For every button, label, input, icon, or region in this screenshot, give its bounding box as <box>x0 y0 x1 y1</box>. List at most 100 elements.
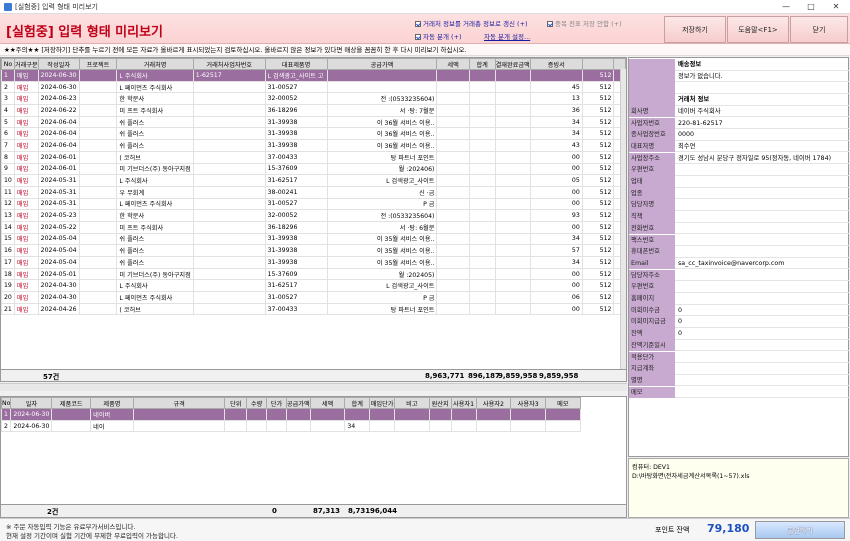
voucher-cell: 이 36월 서비스 이용.. <box>326 127 438 141</box>
option-auto-journal[interactable]: 자동 분개 (+) <box>415 31 462 41</box>
column-header[interactable]: 메모 <box>545 397 581 409</box>
column-header[interactable]: 세액 <box>309 397 346 409</box>
column-header[interactable]: No <box>1 397 12 409</box>
column-header[interactable] <box>613 58 626 70</box>
vertical-scrollbar[interactable] <box>620 69 626 369</box>
vendor-info-value: 0 <box>678 330 683 338</box>
column-header[interactable]: 제품코드 <box>51 397 92 409</box>
voucher-cell: 2024-06-30 <box>37 69 80 82</box>
close-button[interactable]: 닫기 <box>790 16 848 43</box>
voucher-row[interactable]: 18 매입 2024-05-01 미 기브더스(주) 동아구지점 15-37609 월 :… <box>1 267 626 281</box>
column-header[interactable]: 단가 <box>266 397 287 409</box>
voucher-row[interactable]: 6 매입 2024-06-04 쉬 플러스 31-39938 이 36월 서비스 이용..… <box>1 127 626 141</box>
option-update-vendor[interactable]: 거래처 정보를 거래총 정보로 갱신 (+) <box>415 18 528 28</box>
voucher-cell <box>436 80 470 94</box>
voucher-row[interactable]: 13 매입 2024-05-23 한 학문사 32-00052 전 :(053323560… <box>1 209 626 222</box>
voucher-row[interactable]: 21 매입 2024-04-26 ( 코허브 37-00433 탕 파트너 포인트 00 51… <box>1 302 626 316</box>
column-header[interactable]: 작성일자 <box>37 58 80 70</box>
voucher-row[interactable]: 12 매입 2024-05-31 L 페이먼츠 주식회사 31-00527 P 금 00 51… <box>1 197 626 211</box>
column-header[interactable]: 공급가액 <box>285 397 311 409</box>
voucher-cell <box>192 267 266 281</box>
voucher-grid[interactable]: No 거래구분 작성일자 프로젝트 거래처명 거래처사업자번호 대표제품명 공급가액 세액 합계 결… <box>0 57 627 382</box>
close-window-button[interactable]: ✕ <box>824 0 848 14</box>
voucher-cell: ( 코허브 <box>116 150 194 164</box>
column-header[interactable]: 수량 <box>246 397 268 409</box>
vendor-info-row: 잔액 0 <box>629 328 850 340</box>
column-header[interactable]: 규격 <box>132 397 226 409</box>
voucher-cell <box>192 139 266 152</box>
column-header[interactable]: 거래처사업자번호 <box>192 58 266 70</box>
auto-journal-settings-link[interactable]: 자동 분개 설정... <box>484 31 530 41</box>
voucher-row[interactable]: 19 매입 2024-04-30 L 주식회사 31-62517 L 검색광고_사이트 00… <box>1 279 626 293</box>
voucher-cell: 12 <box>1 197 15 211</box>
column-header[interactable]: 프로젝트 <box>78 58 118 70</box>
voucher-row[interactable]: 10 매입 2024-05-31 L 주식회사 31-62517 L 검색광고_사이트 05… <box>1 174 626 187</box>
column-header[interactable]: 증빙서 <box>529 58 583 70</box>
voucher-cell: 00 <box>529 162 583 176</box>
line-item-row[interactable]: 2 2024-06-30 네이 34 <box>1 419 626 433</box>
horizontal-scrollbar[interactable] <box>0 383 627 391</box>
column-header[interactable]: 원산지 <box>428 397 452 409</box>
column-header[interactable]: 합계 <box>344 397 371 409</box>
option-no-duplicate[interactable]: 중복 전표 저장 안함 (+) <box>547 18 622 28</box>
column-header[interactable]: No <box>1 58 15 70</box>
vendor-info-key: 직책 <box>629 211 675 223</box>
footer-bar: ※ 주문 자동입력 기능은 유료부가서비스입니다. 현재 설정 기간이며 실험 … <box>0 518 850 541</box>
column-header[interactable]: 합계 <box>468 58 496 70</box>
line-item-cell <box>428 419 452 433</box>
help-button[interactable]: 도움말<F1> <box>727 16 789 43</box>
checkbox-icon[interactable] <box>547 21 553 27</box>
voucher-cell <box>468 174 496 187</box>
column-header[interactable]: 비고 <box>394 397 430 409</box>
voucher-row[interactable]: 4 매입 2024-06-22 미 프트 주식회사 36-18296 서 ·탕: 7월분 3… <box>1 104 626 117</box>
column-header[interactable]: 제품명 <box>90 397 134 409</box>
column-header[interactable]: 사용자2 <box>475 397 512 409</box>
line-item-row[interactable]: 1 2024-06-30 네이버 <box>1 408 626 421</box>
line-item-cell <box>394 419 430 433</box>
checkbox-icon[interactable] <box>415 34 421 40</box>
minimize-button[interactable]: — <box>774 0 798 14</box>
voucher-row[interactable]: 9 매입 2024-06-01 미 기브더스(주) 동아구지점 15-37609 월 :2… <box>1 162 626 176</box>
column-header[interactable]: 대표제품명 <box>264 58 328 70</box>
voucher-cell: 이 35월 서비스 이용.. <box>326 232 438 246</box>
column-header[interactable]: 거래구분 <box>13 58 39 70</box>
voucher-cell: 00 <box>529 267 583 281</box>
checkbox-icon[interactable] <box>415 21 421 27</box>
voucher-cell: 57 <box>529 244 583 257</box>
voucher-row[interactable]: 11 매입 2024-05-31 우 무회계 38-00241 신 ·금 00 512 <box>1 185 626 199</box>
voucher-row[interactable]: 16 매입 2024-05-04 쉬 플러스 31-39938 이 35월 서비스 이용.… <box>1 244 626 257</box>
voucher-cell: 2024-06-04 <box>37 139 80 152</box>
voucher-row[interactable]: 5 매입 2024-06-04 쉬 플러스 31-39938 이 36월 서비스 이용..… <box>1 115 626 129</box>
column-header[interactable]: 사용자1 <box>450 397 477 409</box>
voucher-row[interactable]: 7 매입 2024-06-04 쉬 플러스 31-39938 이 36월 서비스 이용..… <box>1 139 626 152</box>
column-header[interactable]: 결재완료금액 <box>494 58 531 70</box>
save-button[interactable]: 저장하기 <box>664 16 726 43</box>
voucher-row[interactable]: 14 매입 2024-05-22 미 프트 주식회사 36-18296 서 ·탕: 6월분… <box>1 220 626 234</box>
line-item-cell: 2024-06-30 <box>10 419 53 433</box>
column-header[interactable]: 매입단가 <box>369 397 396 409</box>
voucher-row[interactable]: 1 매입 2024-06-30 L 주식회사 1-62517 L 검색광고_사이트 고 51… <box>1 69 626 82</box>
column-header[interactable]: 사용자3 <box>510 397 547 409</box>
voucher-cell <box>78 244 118 257</box>
line-item-cell <box>132 408 226 421</box>
voucher-row[interactable]: 20 매입 2024-04-30 L 페이먼츠 주식회사 31-00527 P 금 06 51… <box>1 291 626 304</box>
voucher-row[interactable]: 17 매입 2024-05-04 쉬 플러스 31-39938 이 35월 서비스 이용.… <box>1 256 626 269</box>
voucher-cell <box>468 267 496 281</box>
voucher-row[interactable]: 8 매입 2024-06-01 ( 코허브 37-00433 탕 파트너 포인트 00 512 <box>1 150 626 164</box>
column-header[interactable] <box>581 58 615 70</box>
column-header[interactable]: 세액 <box>436 58 470 70</box>
voucher-row[interactable]: 15 매입 2024-05-04 쉬 플러스 31-39938 이 35월 서비스 이용.… <box>1 232 626 246</box>
charge-button[interactable]: 출견하기 <box>755 521 845 539</box>
column-header[interactable]: 단위 <box>224 397 248 409</box>
column-header[interactable]: 일자 <box>10 397 53 409</box>
column-header[interactable]: 거래처명 <box>116 58 194 70</box>
voucher-row[interactable]: 3 매입 2024-06-23 한 학문사 32-00052 전 :(0533235604… <box>1 92 626 106</box>
voucher-cell <box>436 174 470 187</box>
voucher-cell: 이 36월 서비스 이용.. <box>326 139 438 152</box>
voucher-row[interactable]: 2 매입 2024-06-30 L 페이먼츠 주식회사 31-00527 45 512 <box>1 80 626 94</box>
maximize-button[interactable]: □ <box>799 0 823 14</box>
column-header[interactable]: 공급가액 <box>326 58 438 70</box>
line-item-grid[interactable]: No 일자 제품코드 제품명 규격 단위 수량 단가 공급가액 세액 합계 매입단가 비고 원산지 사용자1… <box>0 396 627 518</box>
line-item-cell <box>545 408 581 421</box>
line-item-supply: 87,313 <box>313 507 341 515</box>
